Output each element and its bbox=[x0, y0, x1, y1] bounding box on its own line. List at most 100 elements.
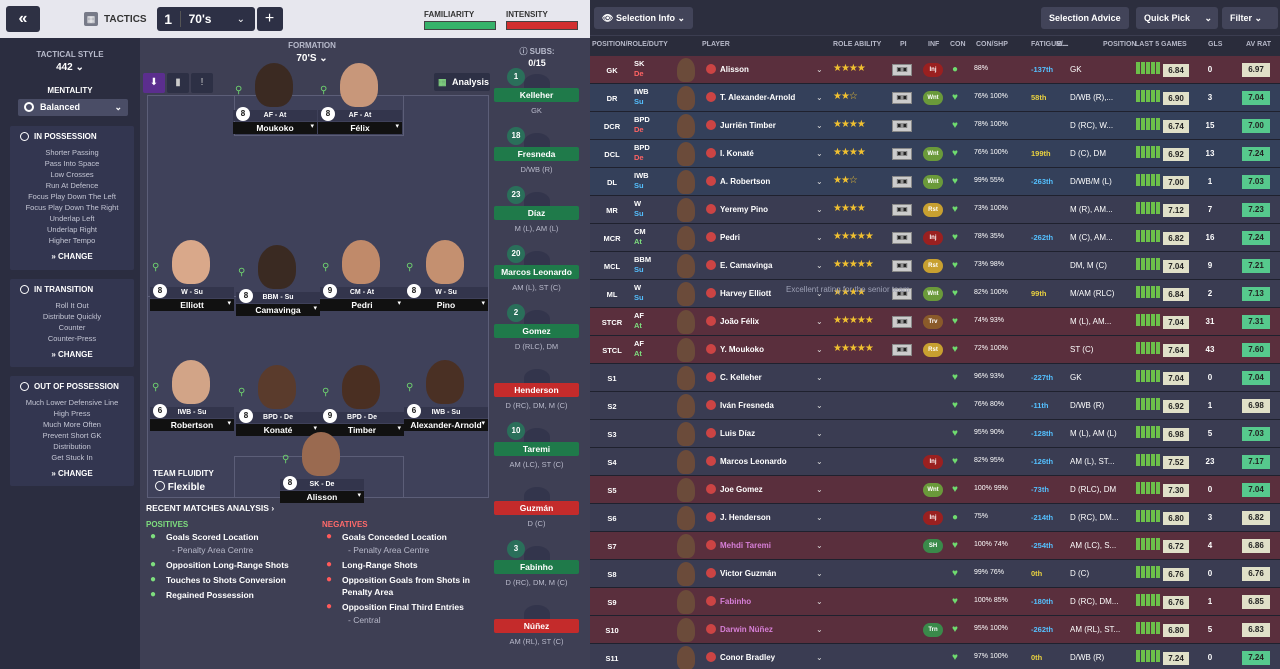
sub-name[interactable]: Marcos Leonardo bbox=[494, 265, 579, 279]
in-possession-box[interactable]: IN POSSESSION Shorter Passing Pass Into S… bbox=[10, 126, 134, 270]
selection-advice-button[interactable]: Selection Advice bbox=[1041, 7, 1129, 29]
player-name[interactable]: E. Camavinga bbox=[720, 261, 810, 270]
add-tactic-button[interactable]: + bbox=[256, 7, 283, 31]
chevron-down-icon[interactable]: ⌄ bbox=[816, 569, 823, 578]
player-name[interactable]: Jurriën Timber bbox=[720, 121, 810, 130]
back-button[interactable]: « bbox=[6, 6, 40, 32]
intensity-meter[interactable]: INTENSITY bbox=[506, 10, 578, 30]
table-row[interactable]: S1 C. Kelleher ⌄ ♥ 96% 93% -227th GK 7.04 0 7.04 bbox=[590, 364, 1280, 392]
column-header[interactable]: INF bbox=[928, 41, 939, 48]
pitch-player[interactable]: ⚲ 8 W - Su Pino ▾ bbox=[404, 240, 488, 330]
table-row[interactable]: GK SK De Alisson ⌄ ★★★★ ▣▣ Inj ● 88% -137th GK 6.84 0… bbox=[590, 56, 1280, 84]
chevron-down-icon[interactable]: ▾ bbox=[310, 122, 314, 130]
table-row[interactable]: S7 Mehdi Taremi ⌄ SH ♥ 100% 74% -254th AM (LC),… bbox=[590, 532, 1280, 560]
player-instructions-icon[interactable]: ▣▣ bbox=[892, 92, 912, 104]
chevron-down-icon[interactable]: ⌄ bbox=[816, 93, 823, 102]
role-cell[interactable]: BPD De bbox=[634, 143, 662, 163]
chevron-down-icon[interactable]: ⌄ bbox=[816, 121, 823, 130]
role-cell[interactable]: W Su bbox=[634, 283, 662, 303]
chevron-down-icon[interactable]: ⌄ bbox=[816, 149, 823, 158]
chevron-down-icon[interactable]: ▾ bbox=[397, 299, 401, 307]
table-row[interactable]: S8 Victor Guzmán ⌄ ♥ 99% 76% 0th D (C) 6.76 0 6.7… bbox=[590, 560, 1280, 588]
column-header[interactable]: POSITION bbox=[1103, 41, 1136, 48]
role-cell[interactable]: BBM Su bbox=[634, 255, 662, 275]
selection-info-dropdown[interactable]: 👁︎ Selection Info ⌄ bbox=[594, 7, 694, 29]
player-name[interactable]: Pino bbox=[404, 299, 488, 311]
table-row[interactable]: S9 Fabinho ⌄ ♥ 100% 85% -180th D (RC), DM... 6.… bbox=[590, 588, 1280, 616]
chevron-down-icon[interactable]: ⌄ bbox=[816, 345, 823, 354]
chevron-down-icon[interactable]: ▾ bbox=[313, 304, 317, 312]
column-header[interactable]: GLS bbox=[1208, 41, 1222, 48]
sub-name[interactable]: Fabinho bbox=[494, 560, 579, 574]
pitch-player[interactable]: ⚲ 8 BBM - Su Camavinga ▾ bbox=[236, 245, 320, 335]
sub-name[interactable]: Guzmán bbox=[494, 501, 579, 515]
chevron-down-icon[interactable]: ▾ bbox=[313, 424, 317, 432]
player-instructions-icon[interactable]: ▣▣ bbox=[892, 176, 912, 188]
pitch-player[interactable]: ⚲ 6 IWB - Su Alexander-Arnold ▾ bbox=[404, 360, 488, 450]
familiarity-meter[interactable]: FAMILIARITY bbox=[424, 10, 496, 30]
filter-button[interactable]: Filter ⌄ bbox=[1222, 7, 1278, 29]
player-instructions-icon[interactable]: ▣▣ bbox=[892, 232, 912, 244]
chevron-down-icon[interactable]: ▾ bbox=[227, 419, 231, 427]
stats-tab-icon[interactable]: ▮ bbox=[167, 73, 189, 93]
pitch-player[interactable]: ⚲ 8 W - Su Elliott ▾ bbox=[150, 240, 234, 330]
table-row[interactable]: MR W Su Yeremy Pino ⌄ ★★★★ ▣▣ Rst ♥ 73% 100% M (R)… bbox=[590, 196, 1280, 224]
role-cell[interactable]: SK De bbox=[634, 59, 662, 79]
analysis-button[interactable]: ▦ Analysis bbox=[434, 73, 490, 91]
player-instructions-icon[interactable]: ▣▣ bbox=[892, 148, 912, 160]
player-name[interactable]: Joe Gomez bbox=[720, 485, 810, 494]
player-name[interactable]: I. Konaté bbox=[720, 149, 810, 158]
chevron-down-icon[interactable]: ⌄ bbox=[816, 485, 823, 494]
sub-name[interactable]: Núñez bbox=[494, 619, 579, 633]
player-instructions-icon[interactable]: ▣▣ bbox=[892, 120, 912, 132]
chevron-down-icon[interactable]: ⌄ bbox=[816, 541, 823, 550]
pitch-player[interactable]: ⚲ 8 AF - At Moukoko ▾ bbox=[233, 63, 317, 153]
chevron-down-icon[interactable]: ⌄ bbox=[816, 65, 823, 74]
player-name[interactable]: A. Robertson bbox=[720, 177, 810, 186]
player-instructions-icon[interactable]: ▣▣ bbox=[892, 204, 912, 216]
table-row[interactable]: STCL AF At Y. Moukoko ⌄ ★★★★★ ▣▣ Rst ♥ 72% 100% ST… bbox=[590, 336, 1280, 364]
out-of-possession-box[interactable]: OUT OF POSSESSION Much Lower Defensive L… bbox=[10, 376, 134, 486]
recent-matches-analysis-link[interactable]: RECENT MATCHES ANALYSIS › bbox=[146, 503, 274, 513]
player-name[interactable]: T. Alexander-Arnold bbox=[720, 93, 810, 102]
change-out-of-possession-button[interactable]: » CHANGE bbox=[10, 469, 134, 478]
instructions-tab-icon[interactable]: ⬇ bbox=[143, 73, 165, 93]
chevron-down-icon[interactable]: ⌄ bbox=[816, 653, 823, 662]
chevron-down-icon[interactable]: ⌄ bbox=[816, 317, 823, 326]
player-name[interactable]: Fabinho bbox=[720, 597, 810, 606]
quick-pick-button[interactable]: Quick Pick ⌄ bbox=[1136, 7, 1218, 29]
role-cell[interactable]: IWB Su bbox=[634, 171, 662, 191]
player-name[interactable]: Mehdi Taremi bbox=[720, 541, 810, 550]
chevron-down-icon[interactable]: ⌄ bbox=[816, 177, 823, 186]
chevron-down-icon[interactable]: ▾ bbox=[481, 419, 485, 427]
table-row[interactable]: DCR BPD De Jurriën Timber ⌄ ★★★★ ▣▣ ♥ 78% 100% D … bbox=[590, 112, 1280, 140]
column-header[interactable]: PI bbox=[900, 41, 907, 48]
player-name[interactable]: Alisson bbox=[280, 491, 364, 503]
column-header[interactable]: PLAYER bbox=[702, 41, 730, 48]
player-name[interactable]: Marcos Leonardo bbox=[720, 457, 810, 466]
chevron-down-icon[interactable]: ⌄ bbox=[816, 233, 823, 242]
player-name[interactable]: Robertson bbox=[150, 419, 234, 431]
table-row[interactable]: S4 Marcos Leonardo ⌄ Inj ♥ 82% 95% -126th AM (L… bbox=[590, 448, 1280, 476]
player-name[interactable]: Pedri bbox=[720, 233, 810, 242]
player-name[interactable]: Alisson bbox=[720, 65, 810, 74]
player-name[interactable]: João Félix bbox=[720, 317, 810, 326]
table-row[interactable]: S2 Iván Fresneda ⌄ ♥ 76% 80% -11th D/WB (R) 6.9… bbox=[590, 392, 1280, 420]
table-row[interactable]: STCR AF At João Félix ⌄ ★★★★★ ▣▣ Trv ♥ 74% 93% M (… bbox=[590, 308, 1280, 336]
role-cell[interactable]: AF At bbox=[634, 311, 662, 331]
table-row[interactable]: DCL BPD De I. Konaté ⌄ ★★★★ ▣▣ Wnt ♥ 76% 100% 199t… bbox=[590, 140, 1280, 168]
chevron-down-icon[interactable]: ⌄ bbox=[816, 373, 823, 382]
sub-name[interactable]: Henderson bbox=[494, 383, 579, 397]
change-in-possession-button[interactable]: » CHANGE bbox=[10, 252, 134, 261]
table-row[interactable]: ML W Su Harvey Elliott ⌄ ★★★★ ▣▣ Wnt ♥ 82% 100% 99… bbox=[590, 280, 1280, 308]
chevron-down-icon[interactable]: ⌄ bbox=[816, 429, 823, 438]
pitch-player[interactable]: ⚲ 9 CM - At Pedri ▾ bbox=[320, 240, 404, 330]
table-row[interactable]: S5 Joe Gomez ⌄ Wnt ♥ 100% 99% -73th D (RLC), DM… bbox=[590, 476, 1280, 504]
player-instructions-icon[interactable]: ▣▣ bbox=[892, 344, 912, 356]
mentality-dropdown[interactable]: Balanced ⌄ bbox=[18, 99, 128, 116]
player-instructions-icon[interactable]: ▣▣ bbox=[892, 316, 912, 328]
player-instructions-icon[interactable]: ▣▣ bbox=[892, 260, 912, 272]
table-row[interactable]: S11 Conor Bradley ⌄ ♥ 97% 100% 0th D/WB (R) 7.2… bbox=[590, 644, 1280, 669]
column-header[interactable]: POSITION/ROLE/DUTY bbox=[592, 41, 668, 48]
table-row[interactable]: S6 J. Henderson ⌄ Inj ● 75% -214th D (RC), DM..… bbox=[590, 504, 1280, 532]
